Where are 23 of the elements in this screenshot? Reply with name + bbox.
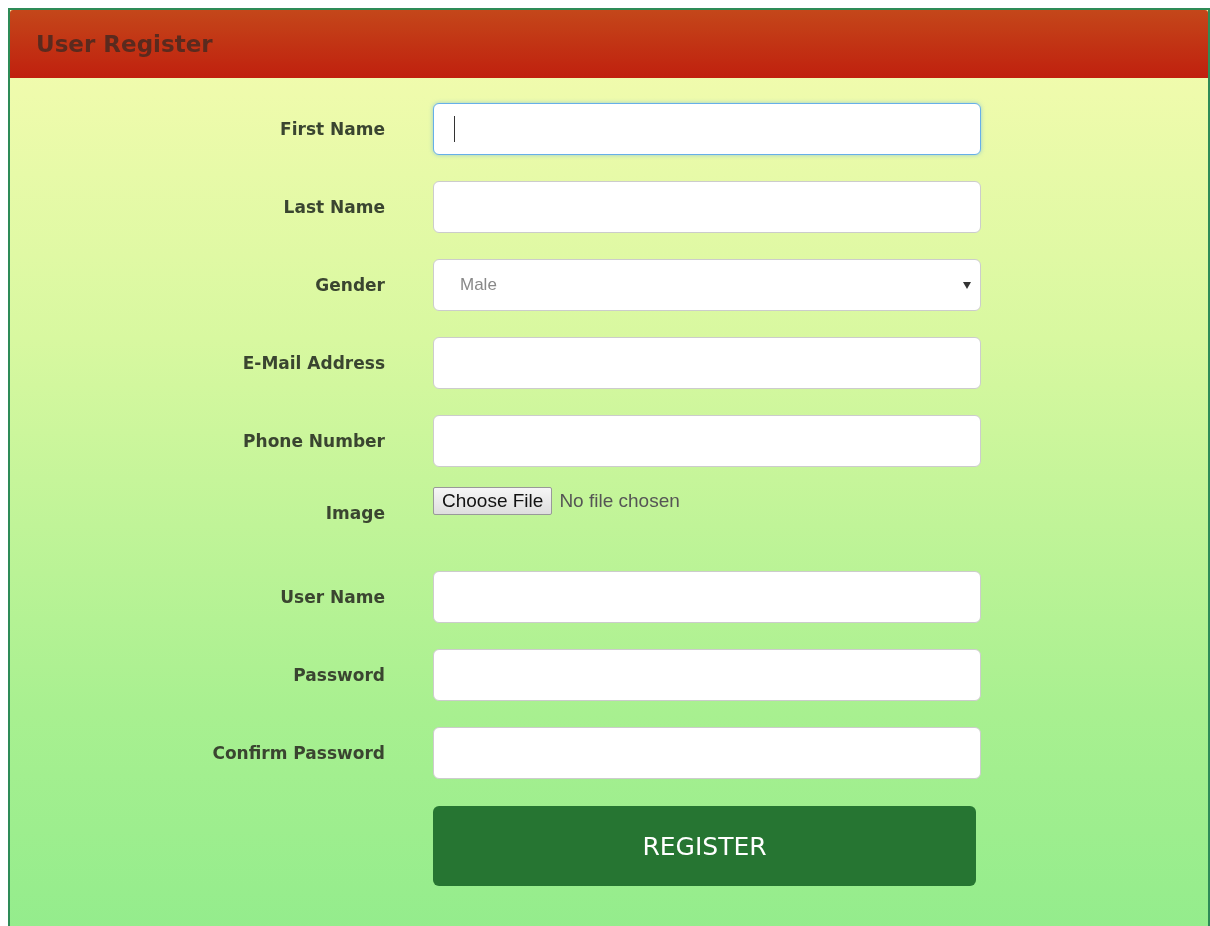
field-label: Image (324, 503, 386, 523)
caret-icon (963, 282, 971, 289)
field-label: First Name (279, 119, 386, 139)
file-status: No file chosen (559, 490, 680, 512)
input-field[interactable] (433, 103, 981, 155)
field-label: Last Name (282, 197, 386, 217)
input-field[interactable] (433, 649, 981, 701)
field-label: User Name (279, 587, 386, 607)
input-field[interactable] (433, 337, 981, 389)
input-field[interactable] (433, 571, 981, 623)
field-label: Password (292, 665, 386, 685)
field-label: Phone Number (242, 431, 386, 451)
text-cursor (454, 116, 455, 142)
field-label: Confirm Password (211, 743, 386, 763)
field-label: E-Mail Address (241, 353, 386, 373)
field-label: Gender (314, 275, 386, 295)
input-field[interactable] (433, 727, 981, 779)
input-field[interactable] (433, 181, 981, 233)
input-field[interactable] (433, 415, 981, 467)
dropdown-field[interactable]: Male (433, 259, 981, 311)
register-button[interactable]: REGISTER (433, 806, 976, 886)
choose-file-button[interactable]: Choose File (433, 487, 553, 515)
panel-title: User Register (36, 31, 213, 57)
